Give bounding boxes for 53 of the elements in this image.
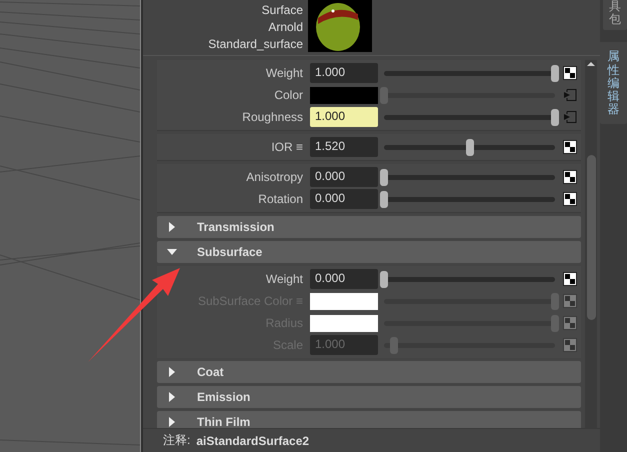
checker-map-icon[interactable] — [563, 192, 577, 206]
checker-map-icon[interactable] — [563, 272, 577, 286]
shader-type-text: Surface — [262, 2, 303, 19]
attribute-label: Roughness — [241, 110, 303, 124]
section-title: Transmission — [197, 220, 274, 234]
checker-map-icon[interactable] — [563, 140, 577, 154]
attribute-label: Weight — [264, 66, 303, 80]
section-header[interactable]: Transmission — [157, 216, 581, 238]
section-header[interactable]: Coat — [157, 361, 581, 383]
section-title: Thin Film — [197, 415, 250, 428]
slider-thumb[interactable] — [380, 168, 388, 186]
connection-input-icon[interactable] — [563, 88, 577, 102]
material-preview-swatch — [308, 0, 372, 52]
side-tab[interactable]: 属性编辑器 — [600, 42, 627, 124]
checker-map-icon[interactable] — [563, 66, 577, 80]
attribute-label: IOR ≡ — [270, 140, 303, 154]
collapsed-triangle-icon — [167, 222, 177, 232]
attribute-label: Color — [273, 88, 303, 102]
note-label: 注释: — [163, 432, 190, 449]
value-field[interactable]: 1.000 — [310, 63, 378, 83]
section-title: Coat — [197, 365, 224, 379]
scrollbar[interactable] — [585, 60, 597, 428]
note-value: aiStandardSurface2 — [196, 434, 310, 448]
attribute-label: Rotation — [257, 192, 303, 206]
slider-thumb[interactable] — [380, 190, 388, 208]
section-title: Emission — [197, 390, 250, 404]
section-title: Subsurface — [197, 245, 262, 259]
connection-input-icon[interactable] — [563, 110, 577, 124]
slider-thumb[interactable] — [466, 138, 474, 156]
value-field[interactable]: 0.000 — [310, 167, 378, 187]
attribute-label: Anisotropy — [245, 170, 303, 184]
section-header[interactable]: Thin Film — [157, 411, 581, 428]
value-field[interactable]: 1.000 — [310, 107, 378, 127]
shader-type-text: Arnold — [268, 19, 303, 36]
side-tab[interactable]: 具包 — [603, 0, 627, 30]
attribute-label: Weight — [264, 272, 303, 286]
collapsed-triangle-icon — [167, 367, 177, 377]
value-field[interactable]: 0.000 — [310, 189, 378, 209]
value-field[interactable]: 0.000 — [310, 269, 378, 289]
value-field[interactable]: 1.520 — [310, 137, 378, 157]
collapsed-triangle-icon — [167, 392, 177, 402]
slider-thumb[interactable] — [551, 108, 559, 126]
checker-map-icon[interactable] — [563, 170, 577, 184]
scroll-up-icon[interactable] — [586, 60, 596, 68]
collapsed-triangle-icon — [167, 417, 177, 427]
section-header[interactable]: Emission — [157, 386, 581, 408]
expanded-triangle-icon — [167, 247, 177, 257]
section-header[interactable]: Subsurface — [157, 241, 581, 263]
shader-type-text: Standard_surface — [208, 36, 303, 53]
slider-thumb[interactable] — [551, 64, 559, 82]
slider-thumb[interactable] — [380, 86, 388, 104]
color-swatch-field[interactable] — [310, 86, 378, 104]
slider-thumb[interactable] — [380, 270, 388, 288]
